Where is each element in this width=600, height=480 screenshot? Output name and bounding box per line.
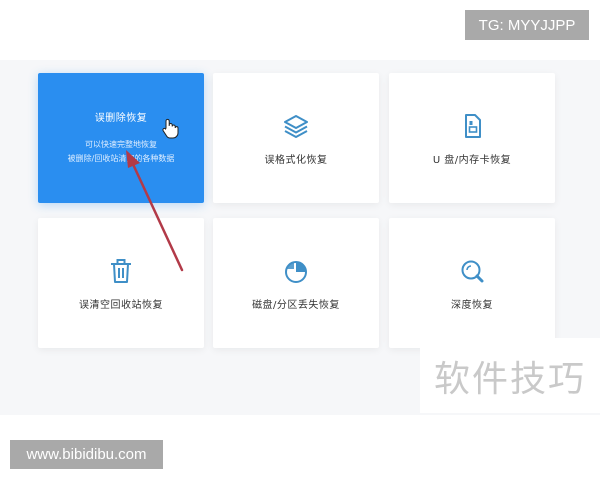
watermark: 软件技巧 xyxy=(420,338,600,413)
layers-icon xyxy=(284,114,308,138)
card-label: 深度恢复 xyxy=(451,299,493,311)
card-label: 磁盘/分区丢失恢复 xyxy=(252,299,340,311)
sd-card-icon xyxy=(465,113,481,138)
card-description: 可以快速完整地恢复 被删除/回收站清空的各种数据 xyxy=(68,138,175,166)
card-label: 误清空回收站恢复 xyxy=(79,299,163,311)
card-deep-recovery[interactable]: 深度恢复 xyxy=(389,218,555,348)
card-format-recovery[interactable]: 误格式化恢复 xyxy=(213,73,379,203)
card-deleted-recovery[interactable]: 误删除恢复 可以快速完整地恢复 被删除/回收站清空的各种数据 xyxy=(38,73,204,203)
pie-chart-icon xyxy=(285,260,307,283)
card-desc-line-2: 被删除/回收站清空的各种数据 xyxy=(67,154,175,163)
card-recycle-bin-recovery[interactable]: 误清空回收站恢复 xyxy=(38,218,204,348)
card-label: U 盘/内存卡恢复 xyxy=(432,154,512,166)
card-partition-recovery[interactable]: 磁盘/分区丢失恢复 xyxy=(213,218,379,348)
site-badge: www.bibidibu.com xyxy=(10,440,163,469)
card-desc-line-1: 可以快速完整地恢复 xyxy=(84,140,157,149)
card-label: 误删除恢复 xyxy=(94,113,148,124)
watermark-text: 软件技巧 xyxy=(433,358,586,400)
card-label: 误格式化恢复 xyxy=(264,154,328,166)
tg-badge: TG: MYYJJPP xyxy=(465,10,589,40)
card-usb-sd-recovery[interactable]: U 盘/内存卡恢复 xyxy=(389,73,555,203)
trash-icon xyxy=(111,258,131,283)
deep-search-icon xyxy=(461,260,484,282)
